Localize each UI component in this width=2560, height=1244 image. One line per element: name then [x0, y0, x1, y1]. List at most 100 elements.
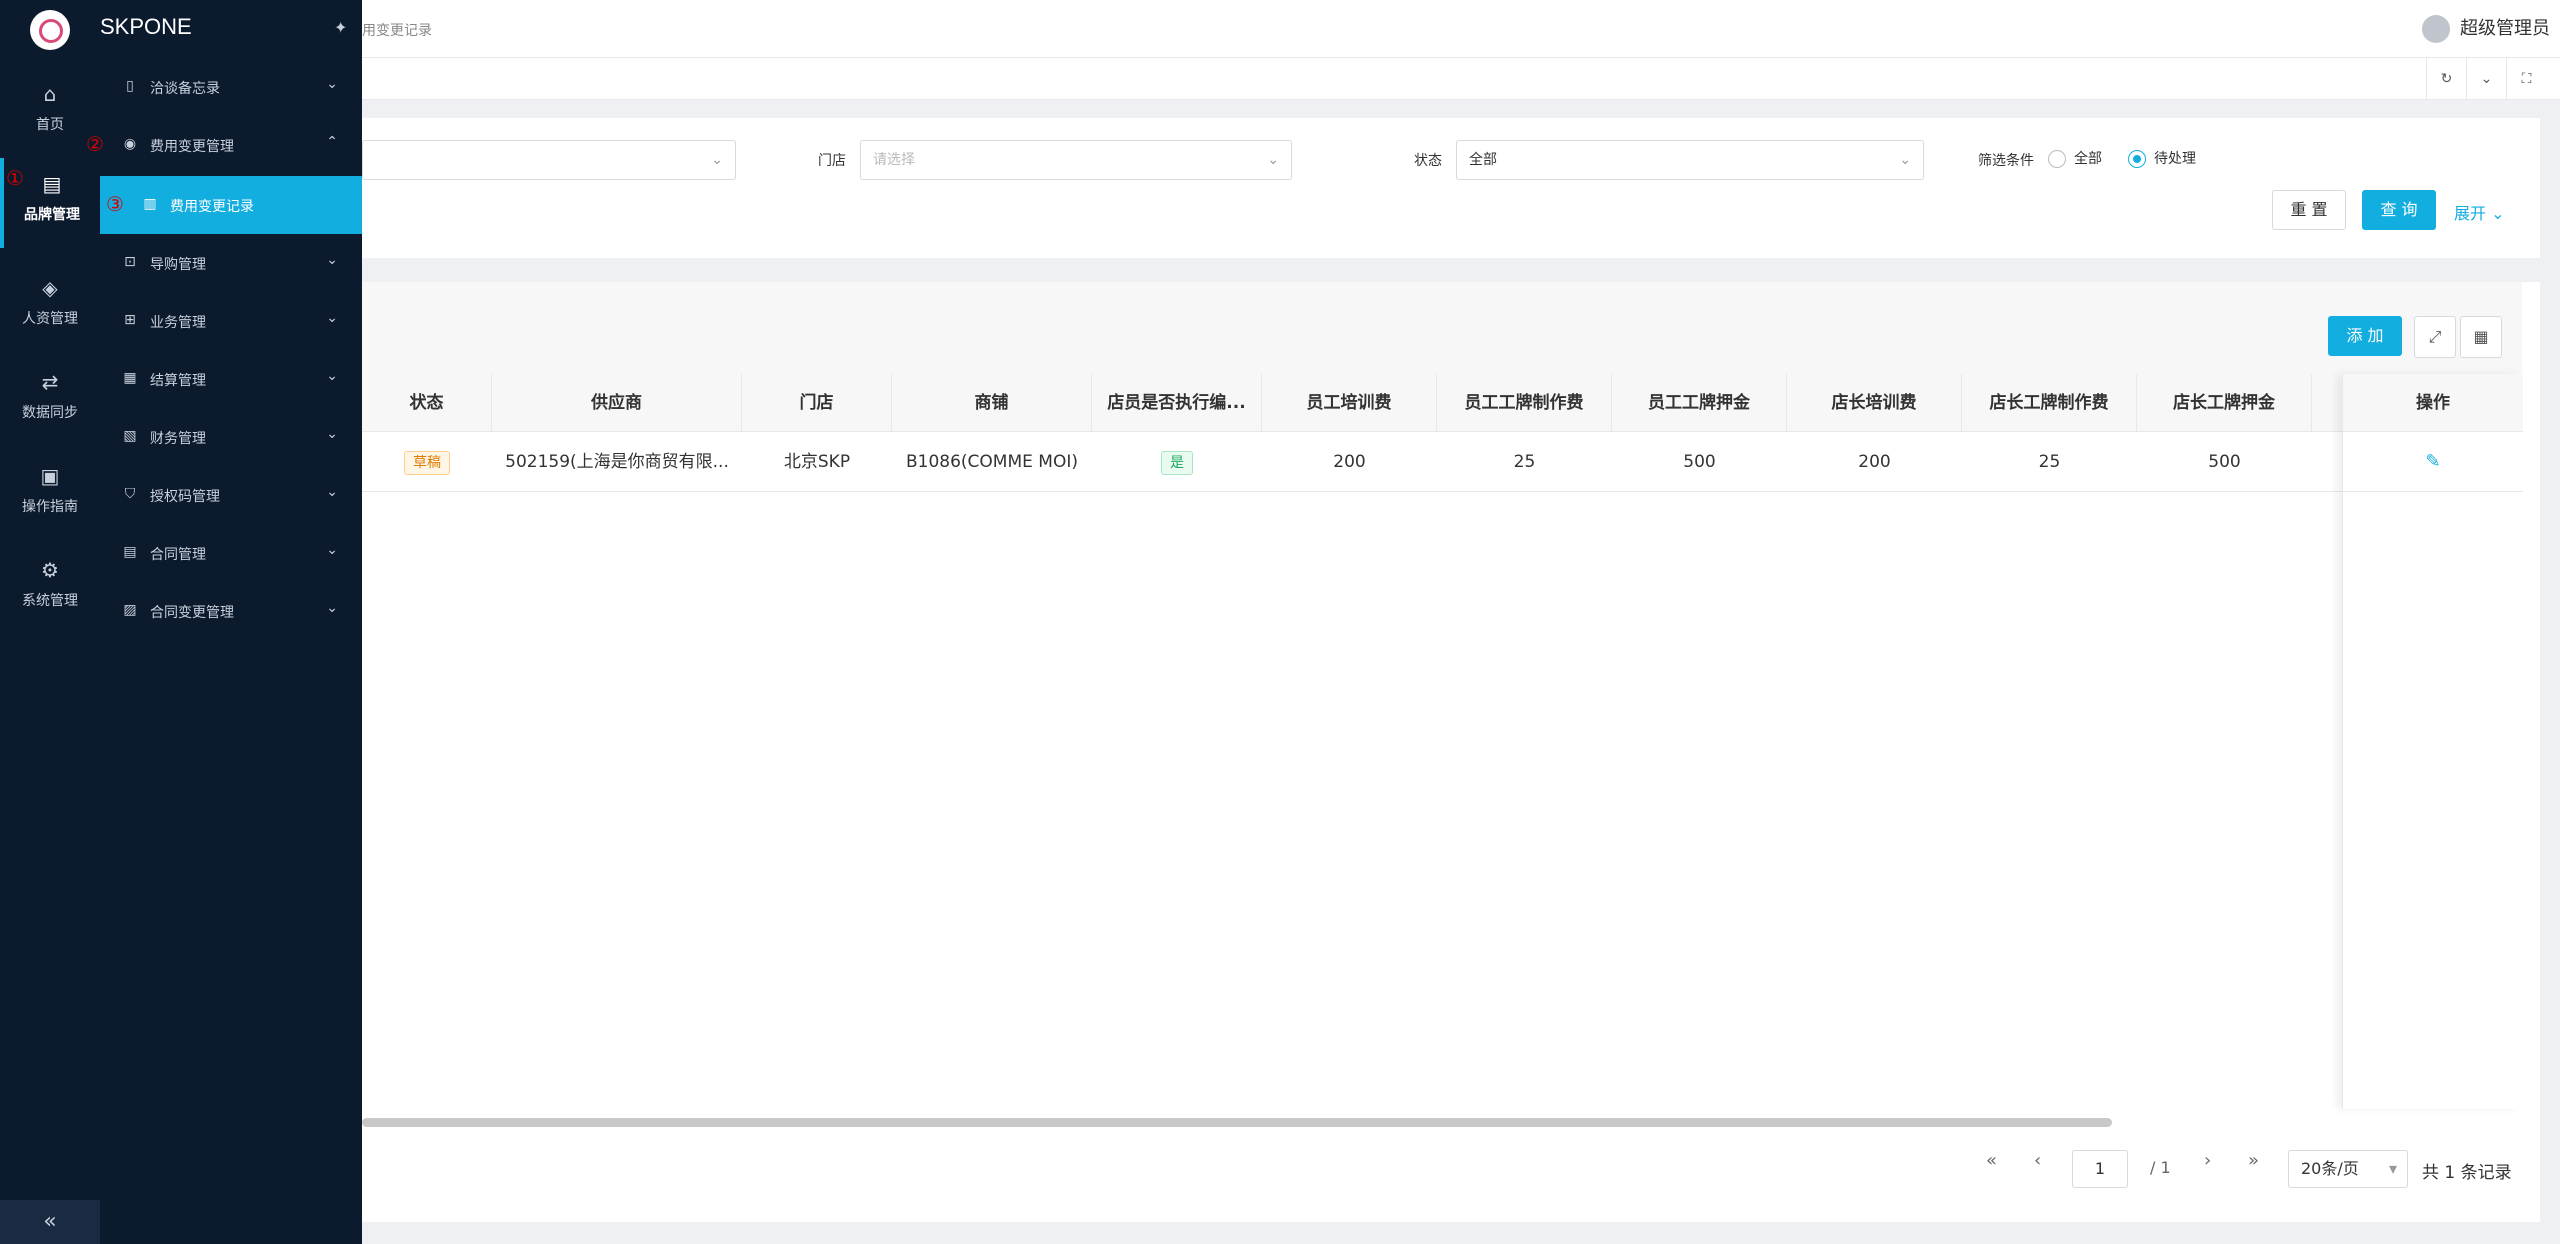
collapse-button[interactable]: « [0, 1200, 100, 1244]
chevron-down-icon: ⌄ [326, 76, 338, 92]
rail-item-label: 系统管理 [22, 593, 78, 609]
book-icon: ▣ [40, 464, 60, 488]
column-header: 门店 [742, 374, 892, 432]
cell-manager-training: 200 [1858, 452, 1891, 472]
file-edit-icon: ▨ [123, 602, 137, 618]
supplier-select[interactable]: ⌄ [362, 140, 736, 180]
reset-button[interactable]: 重 置 [2272, 190, 2346, 230]
rail-item-hr[interactable]: ◈ 人资管理 [0, 262, 100, 352]
last-page-icon[interactable]: » [2248, 1150, 2259, 1171]
ledger-icon: ▦ [123, 370, 137, 386]
shield-icon: ⛉ [124, 486, 136, 502]
pin-icon[interactable]: ✦ [334, 18, 347, 37]
expand-icon[interactable]: ⤢ [2414, 316, 2456, 358]
chevron-down-icon: ⌄ [326, 368, 338, 384]
rail-item-label: 人资管理 [22, 311, 78, 327]
total-records: 共 1 条记录 [2422, 1163, 2512, 1183]
cell-executes: 是 [1092, 432, 1262, 492]
chevron-down-icon: ⌄ [326, 600, 338, 616]
cell-manager-deposit: 500 [2208, 452, 2241, 472]
step-marker-3: ③ [106, 192, 124, 216]
edit-icon[interactable]: ✎ [2343, 432, 2523, 492]
column-header: 店长工牌押金 [2137, 374, 2312, 432]
rail-item-guide[interactable]: ▣ 操作指南 [0, 450, 100, 540]
expand-toggle[interactable]: 展开 ⌄ [2454, 200, 2505, 224]
chevron-down-icon: ⌄ [2491, 204, 2505, 223]
rail-item-sync[interactable]: ⇄ 数据同步 [0, 356, 100, 446]
caret-down-icon: ▾ [2388, 1159, 2397, 1178]
radio-pending[interactable]: 待处理 [2128, 148, 2196, 168]
column-header: 员工工牌制作费 [1437, 374, 1612, 432]
refresh-icon[interactable]: ↻ [2426, 58, 2466, 100]
column-header: 状态 [362, 374, 492, 432]
yes-badge: 是 [1161, 451, 1193, 475]
chevron-down-icon: ⌄ [326, 542, 338, 558]
query-button[interactable]: 查 询 [2362, 190, 2436, 230]
prev-page-icon[interactable]: ‹ [2034, 1150, 2041, 1171]
fullscreen-icon[interactable]: ⛶ [2506, 58, 2546, 100]
submenu-label: 业务管理 [150, 315, 206, 331]
submenu-label: 费用变更管理 [150, 139, 234, 155]
radio-all[interactable]: 全部 [2048, 148, 2102, 168]
submenu-memo[interactable]: ▯ 洽谈备忘录 ⌄ [100, 58, 362, 116]
user-menu[interactable]: 超级管理员 [2422, 14, 2550, 43]
logo-area: SKPONE ✦ [0, 0, 362, 58]
breadcrumb: 用变更记录 [362, 23, 432, 39]
submenu-fee-change[interactable]: ◉ 费用变更管理 ⌃ [100, 116, 362, 174]
avatar [2422, 15, 2450, 43]
cart-icon: ⊡ [124, 254, 136, 270]
chevron-down-icon: ⌄ [1267, 152, 1279, 168]
submenu-label: 合同变更管理 [150, 605, 234, 621]
pagination: « ‹ 1 / 1 › » 20条/页 ▾ 共 1 条记录 [362, 1140, 2540, 1200]
next-page-icon[interactable]: › [2204, 1150, 2211, 1171]
table-row[interactable]: 草稿 502159(上海是你商贸有限... 北京SKP B1086(COMME … [362, 432, 2522, 492]
column-header: 员工工牌押金 [1612, 374, 1787, 432]
submenu-contract[interactable]: ▤ 合同管理 ⌄ [100, 524, 362, 582]
page-size-select[interactable]: 20条/页 ▾ [2288, 1150, 2408, 1188]
filter-panel: ⌄ 门店 请选择 ⌄ 状态 全部 ⌄ 筛选条件 全部 待处理 重 置 查 询 展… [362, 118, 2540, 258]
step-marker-2: ② [86, 132, 104, 156]
status-label: 状态 [1414, 153, 1442, 169]
add-button[interactable]: 添 加 [2328, 316, 2402, 356]
submenu-business[interactable]: ⊞ 业务管理 ⌄ [100, 292, 362, 350]
column-header: 店长工牌制作费 [1962, 374, 2137, 432]
status-value: 全部 [1469, 152, 1497, 168]
cell-status: 草稿 [362, 432, 492, 492]
store-select[interactable]: 请选择 ⌄ [860, 140, 1292, 180]
chevron-down-icon[interactable]: ⌄ [2466, 58, 2506, 100]
condition-label: 筛选条件 [1978, 153, 2034, 169]
horizontal-scrollbar[interactable] [362, 1118, 2112, 1127]
store-label: 门店 [818, 153, 846, 169]
document-icon: ▯ [126, 78, 134, 94]
submenu-label: 导购管理 [150, 257, 206, 273]
chevron-down-icon: ⌄ [1899, 152, 1911, 168]
first-page-icon[interactable]: « [1986, 1150, 1997, 1171]
submenu-finance[interactable]: ▧ 财务管理 ⌄ [100, 408, 362, 466]
radio-label: 全部 [2074, 151, 2102, 167]
total-pages: / 1 [2150, 1158, 2171, 1177]
submenu-label: 洽谈备忘录 [150, 81, 220, 97]
home-icon: ⌂ [43, 82, 57, 106]
submenu-label: 授权码管理 [150, 489, 220, 505]
cell-manager-badge: 25 [2038, 452, 2061, 472]
submenu-shopping-guide[interactable]: ⊡ 导购管理 ⌄ [100, 234, 362, 292]
status-select[interactable]: 全部 ⌄ [1456, 140, 1924, 180]
columns-icon[interactable]: ▦ [2460, 316, 2502, 358]
settings-circle-icon: ◉ [123, 136, 137, 152]
column-header: 店长培训费 [1787, 374, 1962, 432]
actions-column: 操作 ✎ [2342, 374, 2523, 1109]
contract-icon: ▤ [123, 544, 137, 560]
expand-label: 展开 [2454, 204, 2487, 223]
rail-item-system[interactable]: ⚙ 系统管理 [0, 544, 100, 634]
submenu-fee-change-record[interactable]: ▥ 费用变更记录 [100, 176, 362, 234]
page-input[interactable]: 1 [2072, 1150, 2128, 1188]
chevron-down-icon: ⌄ [326, 310, 338, 326]
submenu-auth-code[interactable]: ⛉ 授权码管理 ⌄ [100, 466, 362, 524]
submenu-settlement[interactable]: ▦ 结算管理 ⌄ [100, 350, 362, 408]
table-header: 状态 供应商 门店 商铺 店员是否执行编... 员工培训费 员工工牌制作费 员工… [362, 374, 2522, 432]
submenu-label: 合同管理 [150, 547, 206, 563]
column-header: 员工培训费 [1262, 374, 1437, 432]
submenu-contract-change[interactable]: ▨ 合同变更管理 ⌄ [100, 582, 362, 640]
rail-item-home[interactable]: ⌂ 首页 [0, 68, 100, 158]
radio-circle [2048, 150, 2066, 168]
